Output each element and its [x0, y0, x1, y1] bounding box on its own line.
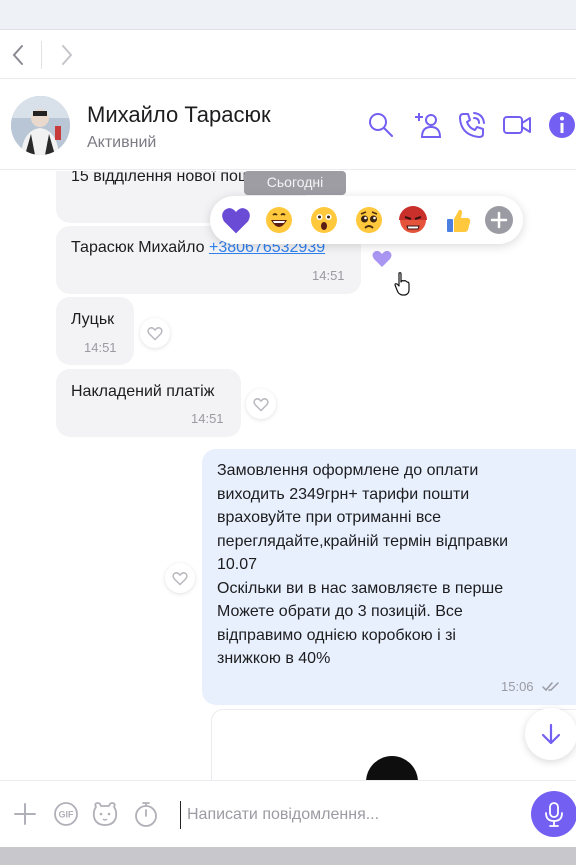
angry-face-icon	[399, 206, 427, 233]
video-camera-icon	[503, 116, 531, 134]
contact-avatar[interactable]	[11, 96, 70, 155]
image-preview	[366, 756, 418, 780]
message-line: Замовлення оформлене до оплати	[217, 462, 479, 479]
purple-heart-icon	[372, 250, 392, 267]
purple-heart-icon	[222, 208, 250, 234]
window-bottom-edge	[0, 847, 576, 865]
message-text: 15 відділення нової пошти	[71, 171, 268, 185]
date-tooltip: Сьогодні	[244, 171, 346, 195]
avatar-image	[11, 96, 70, 155]
phone-call-icon	[459, 112, 485, 138]
contact-status: Активний	[87, 134, 157, 151]
stopwatch-icon	[135, 802, 157, 827]
reaction-angry[interactable]	[397, 204, 429, 236]
audio-call-button[interactable]	[457, 110, 487, 140]
incoming-message[interactable]: Накладений платіж 14:51	[56, 369, 241, 437]
bear-sticker-icon	[92, 802, 118, 826]
chevron-left-icon	[12, 45, 23, 65]
chat-header: Михайло Тарасюк Активний	[0, 80, 576, 170]
reaction-more-button[interactable]	[483, 204, 515, 236]
double-check-icon	[542, 682, 559, 692]
microphone-icon	[545, 802, 563, 827]
message-time: 14:51	[312, 268, 345, 283]
heart-outline-icon	[147, 327, 163, 341]
message-line: Оскільки ви в нас замовляєте в перше	[217, 579, 504, 597]
chevron-right-icon	[62, 45, 73, 65]
window-top-strip	[0, 0, 576, 30]
navigation-bar	[0, 31, 576, 79]
incoming-message[interactable]: Луцьк 14:51	[56, 297, 134, 365]
timer-button[interactable]	[132, 800, 160, 828]
grinning-face-icon	[266, 207, 292, 233]
message-time: 15:06	[501, 679, 534, 694]
plus-circle-icon	[485, 206, 513, 234]
outgoing-message[interactable]: Замовлення оформлене до оплати виходить …	[202, 449, 576, 705]
message-line: знижкою в 40%	[217, 650, 331, 667]
react-button[interactable]	[165, 563, 195, 593]
arrow-down-icon	[541, 723, 561, 745]
message-line: Можете обрати до 3 позицій. Все	[217, 603, 463, 620]
gif-button[interactable]: GIF	[52, 800, 80, 828]
react-button[interactable]	[246, 389, 276, 419]
message-text: Луцьк	[71, 311, 115, 328]
reaction-laugh[interactable]	[263, 204, 295, 236]
hand-pointer-cursor	[394, 271, 412, 297]
message-like-button[interactable]	[370, 247, 394, 271]
search-button[interactable]	[366, 110, 396, 140]
sender-name-text: Тарасюк Михайло	[71, 239, 209, 256]
message-time: 14:51	[191, 411, 224, 426]
add-user-icon	[415, 113, 442, 138]
message-text: Замовлення оформлене до оплати виходить …	[217, 459, 508, 671]
reaction-sad[interactable]	[353, 204, 385, 236]
thumbs-up-icon	[447, 209, 471, 232]
reaction-picker	[210, 196, 523, 244]
add-participant-button[interactable]	[412, 110, 442, 140]
message-line: враховуйте при отриманні все	[217, 509, 442, 526]
plus-icon	[14, 803, 36, 825]
message-input[interactable]	[180, 801, 520, 829]
message-composer: GIF	[0, 780, 576, 847]
heart-outline-icon	[172, 572, 188, 586]
gif-icon: GIF	[54, 802, 78, 826]
pleading-face-icon	[356, 207, 382, 233]
back-button[interactable]	[6, 43, 30, 67]
search-icon	[369, 113, 393, 137]
reaction-wow[interactable]	[308, 204, 340, 236]
astonished-face-icon	[311, 207, 337, 233]
message-list[interactable]: 15 відділення нової пошти Тарасюк Михайл…	[0, 171, 576, 780]
message-text: Накладений платіж	[71, 383, 215, 400]
sticker-button[interactable]	[91, 800, 119, 828]
message-line: відправимо однією коробкою і зі	[217, 626, 456, 644]
voice-message-button[interactable]	[531, 791, 576, 837]
nav-divider	[41, 41, 42, 69]
react-button[interactable]	[140, 318, 170, 348]
forward-button[interactable]	[55, 43, 79, 67]
message-line: 10.07	[217, 556, 258, 573]
message-time: 14:51	[84, 340, 117, 355]
heart-outline-icon	[253, 398, 269, 412]
attach-button[interactable]	[11, 800, 39, 828]
hand-cursor-icon	[394, 272, 410, 296]
reaction-heart[interactable]	[220, 204, 252, 236]
reaction-thumbs-up[interactable]	[442, 204, 474, 236]
message-line: виходить 2349грн+ тарифи пошти	[217, 485, 470, 503]
scroll-to-bottom-button[interactable]	[525, 708, 576, 760]
message-line: переглядайте,крайній термін відправки	[217, 532, 509, 550]
chat-info-button[interactable]	[547, 110, 576, 140]
contact-name[interactable]: Михайло Тарасюк	[87, 102, 271, 128]
image-message[interactable]	[211, 709, 576, 780]
video-call-button[interactable]	[502, 110, 532, 140]
svg-text:GIF: GIF	[59, 810, 75, 820]
info-icon	[549, 112, 575, 138]
